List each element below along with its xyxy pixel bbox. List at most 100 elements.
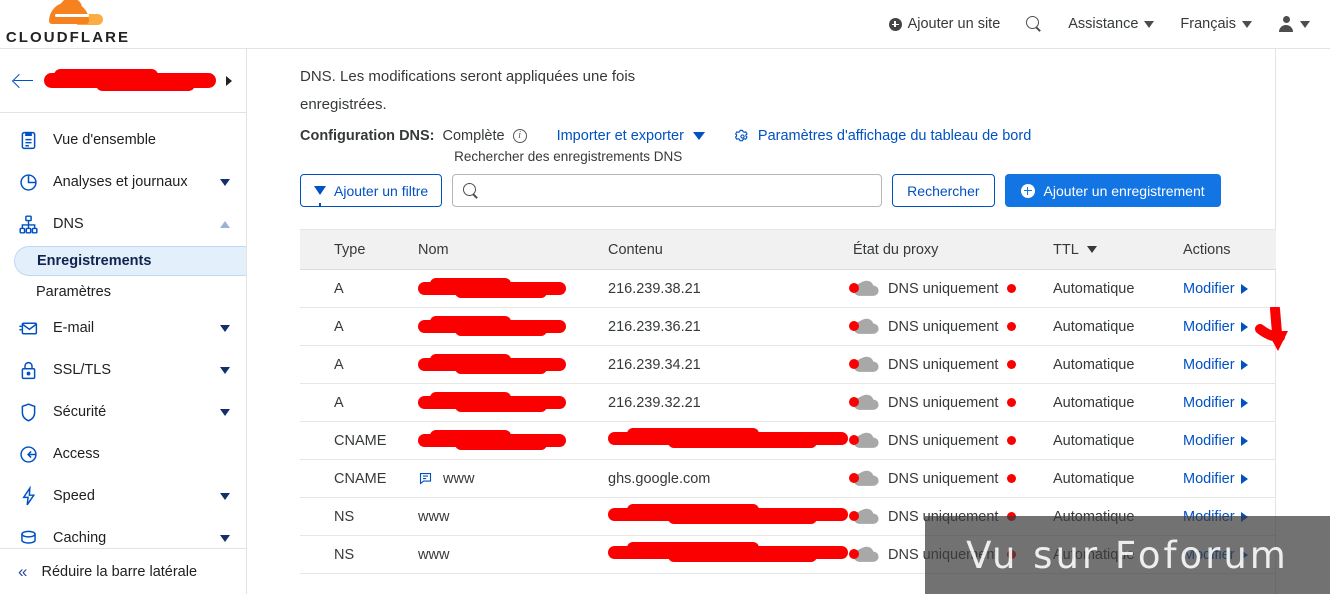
cell-actions: Modifier bbox=[1183, 395, 1276, 411]
red-dot-annotation bbox=[1007, 322, 1017, 331]
cell-ttl: Automatique bbox=[1053, 394, 1135, 411]
sidebar-item-email[interactable]: E-mail bbox=[0, 307, 246, 349]
search-button[interactable]: Rechercher bbox=[892, 174, 995, 207]
cloud-dns-only-icon[interactable] bbox=[849, 432, 879, 449]
search-field-group: Rechercher des enregistrements DNS bbox=[452, 149, 883, 207]
redacted-name bbox=[418, 316, 566, 336]
edit-record-button[interactable]: Modifier bbox=[1183, 319, 1276, 335]
sidebar-item-analytics[interactable]: Analyses et journaux bbox=[0, 161, 246, 203]
import-export-menu[interactable]: Importer et exporter bbox=[557, 128, 705, 144]
edit-record-button[interactable]: Modifier bbox=[1183, 281, 1276, 297]
support-menu[interactable]: Assistance bbox=[1068, 16, 1155, 32]
cell-ttl: Automatique bbox=[1053, 280, 1135, 297]
cell-proxy-status[interactable]: DNS uniquement bbox=[849, 356, 1053, 373]
add-filter-button[interactable]: Ajouter un filtre bbox=[300, 174, 443, 207]
redacted-content bbox=[608, 504, 848, 524]
cell-name: www bbox=[418, 509, 608, 525]
sidebar-item-speed[interactable]: Speed bbox=[0, 475, 246, 517]
note-icon[interactable] bbox=[418, 471, 433, 486]
import-export-label: Importer et exporter bbox=[556, 128, 684, 144]
chevron-down-icon bbox=[220, 408, 230, 416]
cloud-dns-only-icon[interactable] bbox=[849, 318, 879, 335]
triangle-right-icon bbox=[1240, 321, 1248, 332]
table-row[interactable]: A 216.239.38.21 DNS uniquement Automatique M… bbox=[300, 270, 1276, 308]
chevron-down-icon bbox=[220, 324, 230, 332]
dns-config-row: Configuration DNS: Complète i Importer e… bbox=[300, 128, 1276, 144]
table-row[interactable]: A 216.239.34.21 DNS uniquement Automatique M… bbox=[300, 346, 1276, 384]
gear-icon[interactable] bbox=[734, 129, 750, 144]
cloud-dns-only-icon[interactable] bbox=[849, 508, 879, 525]
red-dot-annotation bbox=[1007, 360, 1017, 369]
plus-circle-icon bbox=[1020, 183, 1035, 198]
column-header-content: Contenu bbox=[608, 241, 663, 258]
table-row[interactable]: A 216.239.32.21 DNS uniquement Automatique M… bbox=[300, 384, 1276, 422]
chevron-down-icon bbox=[220, 178, 230, 186]
shield-icon bbox=[18, 402, 39, 423]
table-row[interactable]: A 216.239.36.21 DNS uniquement Automatique M… bbox=[300, 308, 1276, 346]
cell-name: www bbox=[418, 471, 608, 487]
search-input[interactable] bbox=[487, 175, 882, 206]
cloud-dns-only-icon[interactable] bbox=[849, 546, 879, 563]
sidebar-item-security[interactable]: Sécurité bbox=[0, 391, 246, 433]
sidebar-item-dns-records[interactable]: Enregistrements bbox=[14, 246, 246, 276]
cell-name bbox=[418, 392, 608, 412]
red-dot-annotation bbox=[1007, 436, 1017, 445]
sidebar-item-dns-settings[interactable]: Paramètres bbox=[14, 277, 246, 306]
table-row[interactable]: CNAME DNS uniquement Automatique Modifier bbox=[300, 422, 1276, 460]
dashboard-display-settings-link[interactable]: Paramètres d'affichage du tableau de bor… bbox=[758, 128, 1031, 144]
add-site-button[interactable]: Ajouter un site bbox=[888, 16, 1000, 32]
column-header-ttl[interactable]: TTL bbox=[1053, 242, 1183, 258]
sidebar-item-dns[interactable]: DNS bbox=[0, 203, 246, 245]
collapse-sidebar-button[interactable]: « Réduire la barre latérale bbox=[0, 548, 246, 594]
cell-ttl: Automatique bbox=[1053, 318, 1135, 335]
sidebar-item-access[interactable]: Access bbox=[0, 433, 246, 475]
pie-chart-icon bbox=[18, 172, 39, 193]
cell-type: A bbox=[334, 394, 344, 411]
edit-record-button[interactable]: Modifier bbox=[1183, 471, 1276, 487]
cloudflare-logo[interactable]: CLOUDFLARE bbox=[6, 0, 128, 46]
cell-name-text: www bbox=[418, 546, 450, 563]
red-dot-annotation bbox=[849, 321, 859, 331]
cell-proxy-status[interactable]: DNS uniquement bbox=[849, 318, 1053, 335]
account-menu[interactable] bbox=[1278, 16, 1310, 32]
redacted-name bbox=[418, 278, 566, 298]
edit-record-button[interactable]: Modifier bbox=[1183, 433, 1276, 449]
chevron-up-icon bbox=[220, 220, 230, 228]
search-button[interactable] bbox=[1026, 16, 1042, 32]
cloud-dns-only-icon[interactable] bbox=[849, 470, 879, 487]
intro-line-1: DNS. Les modifications seront appliquées… bbox=[300, 68, 636, 85]
back-arrow-icon[interactable] bbox=[14, 73, 34, 89]
funnel-icon bbox=[314, 186, 326, 207]
language-menu[interactable]: Français bbox=[1180, 16, 1252, 32]
sidebar-subitem-label: Enregistrements bbox=[37, 253, 152, 269]
chevron-down-icon bbox=[220, 492, 230, 500]
sidebar-item-label: Access bbox=[53, 446, 100, 462]
red-dot-annotation bbox=[849, 549, 859, 559]
table-header-row: Type Nom Contenu État du proxy TTL Actio… bbox=[300, 230, 1276, 270]
cell-content: 216.239.32.21 bbox=[608, 394, 701, 411]
info-circle-icon[interactable]: i bbox=[512, 129, 527, 143]
site-selector[interactable] bbox=[0, 49, 246, 113]
chevron-down-icon bbox=[220, 366, 230, 374]
top-navigation-bar: CLOUDFLARE Ajouter un site Assistance Fr… bbox=[0, 0, 1330, 49]
proxy-status-label: DNS uniquement bbox=[888, 356, 999, 373]
cell-proxy-status[interactable]: DNS uniquement bbox=[849, 432, 1053, 449]
cell-proxy-status[interactable]: DNS uniquement bbox=[849, 280, 1053, 297]
edit-record-button[interactable]: Modifier bbox=[1183, 357, 1276, 373]
add-record-button[interactable]: Ajouter un enregistrement bbox=[1004, 174, 1221, 207]
table-row[interactable]: CNAME www ghs.google.com DNS uniquement Auto… bbox=[300, 460, 1276, 498]
red-dot-annotation bbox=[849, 511, 859, 521]
cell-actions: Modifier bbox=[1183, 357, 1276, 373]
edit-record-button[interactable]: Modifier bbox=[1183, 395, 1276, 411]
cell-proxy-status[interactable]: DNS uniquement bbox=[849, 394, 1053, 411]
sidebar-item-overview[interactable]: Vue d'ensemble bbox=[0, 119, 246, 161]
cloud-dns-only-icon[interactable] bbox=[849, 280, 879, 297]
sidebar-item-ssl-tls[interactable]: SSL/TLS bbox=[0, 349, 246, 391]
cloud-dns-only-icon[interactable] bbox=[849, 356, 879, 373]
database-icon bbox=[18, 528, 39, 549]
edit-record-label: Modifier bbox=[1183, 318, 1235, 335]
chevron-right-icon bbox=[226, 75, 232, 86]
cell-proxy-status[interactable]: DNS uniquement bbox=[849, 470, 1053, 487]
cloud-dns-only-icon[interactable] bbox=[849, 394, 879, 411]
search-box[interactable] bbox=[452, 174, 883, 207]
